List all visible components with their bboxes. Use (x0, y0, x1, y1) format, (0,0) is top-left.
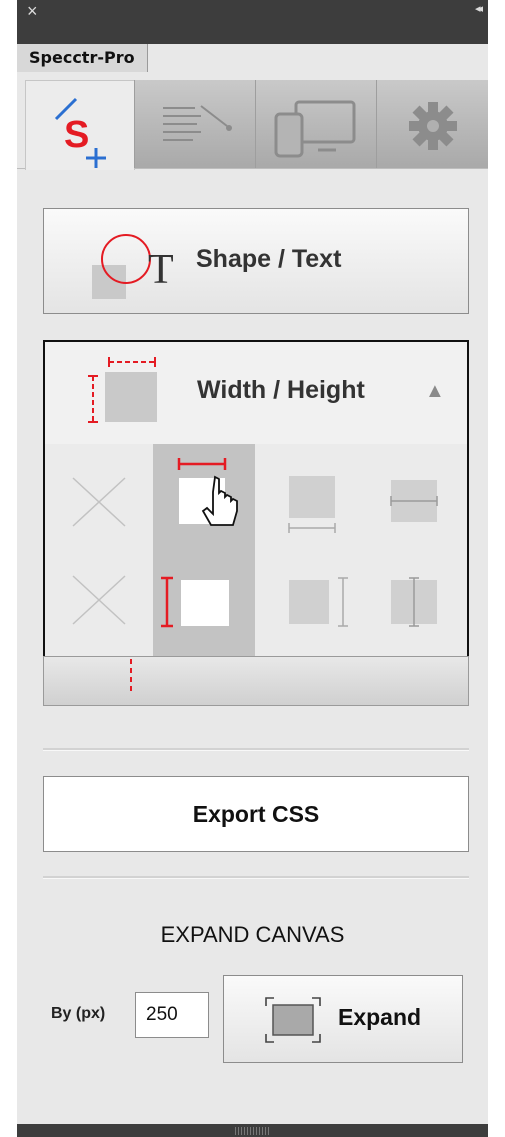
by-px-label: By (px) (51, 1005, 106, 1022)
shape-text-button[interactable]: T Shape / Text (43, 208, 469, 314)
tab-bar: S (17, 72, 488, 170)
hidden-option-button[interactable] (43, 656, 469, 706)
shape-text-label: Shape / Text (196, 245, 342, 273)
expand-amount-input[interactable]: 250 (135, 992, 209, 1038)
close-icon[interactable]: × (27, 0, 38, 22)
specctr-logo-icon: S (54, 97, 106, 168)
divider (43, 748, 469, 751)
gear-icon (409, 102, 457, 150)
export-css-label: Export CSS (192, 801, 320, 827)
shape-text-icon: T (92, 234, 174, 299)
svg-text:T: T (148, 247, 174, 293)
tab-notes[interactable] (134, 80, 255, 168)
dashed-height-marker-icon (130, 659, 132, 695)
expand-button[interactable]: Expand (223, 975, 463, 1063)
export-css-button[interactable]: Export CSS (43, 776, 469, 852)
none-x-icon[interactable] (71, 476, 127, 528)
expand-button-label: Expand (338, 1004, 422, 1030)
panel-title-bar: × ◂◂ (17, 0, 488, 44)
expand-canvas-icon (265, 997, 321, 1043)
divider (43, 876, 469, 879)
none-x-icon[interactable] (71, 574, 127, 626)
width-height-icon (88, 357, 157, 423)
width-height-header[interactable]: Width / Height ▲ (45, 342, 467, 442)
responsive-devices-icon (274, 100, 356, 158)
width-height-label: Width / Height (197, 376, 365, 404)
height-left-icon[interactable] (161, 576, 237, 628)
width-height-options-grid (45, 444, 467, 656)
resize-grip-icon[interactable] (235, 1127, 271, 1135)
notes-callout-icon (163, 105, 232, 141)
collapse-triangle-icon[interactable]: ▲ (425, 380, 445, 403)
tab-devices[interactable] (255, 80, 376, 168)
width-top-icon[interactable] (173, 458, 257, 538)
expand-canvas-heading: EXPAND CANVAS (160, 922, 345, 947)
specctr-panel: × ◂◂ Specctr-Pro S T Shape / Text Width … (17, 0, 488, 1137)
height-right-icon[interactable] (287, 576, 353, 628)
width-bottom-icon[interactable] (287, 476, 337, 536)
collapse-icon[interactable]: ◂◂ (475, 2, 483, 15)
width-middle-icon[interactable] (389, 476, 439, 526)
panel-bottom-bar (17, 1124, 488, 1137)
tab-specs[interactable]: S (25, 80, 135, 170)
svg-text:S: S (64, 114, 89, 156)
panel-tab-specctr-pro[interactable]: Specctr-Pro (17, 44, 148, 72)
height-center-icon[interactable] (389, 576, 439, 628)
width-height-section: Width / Height ▲ (43, 340, 469, 658)
tab-settings[interactable] (376, 80, 488, 168)
